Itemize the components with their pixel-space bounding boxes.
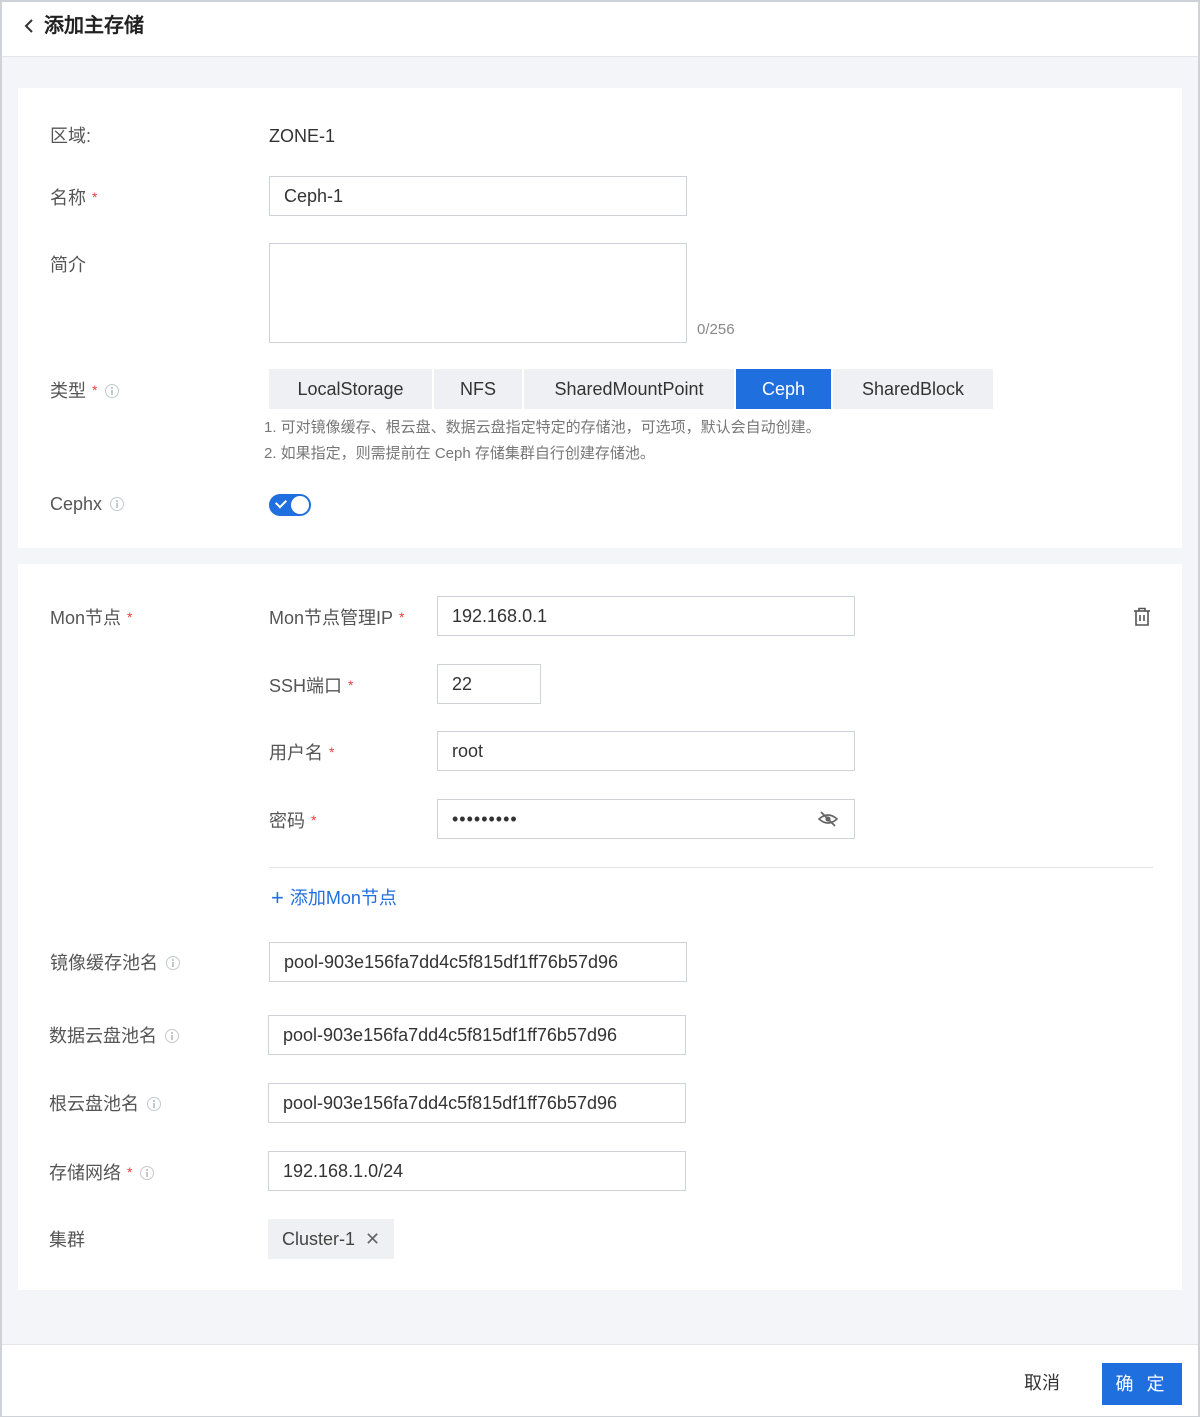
type-hint-1: 1. 可对镜像缓存、根云盘、数据云盘指定特定的存储池，可选项，默认会自动创建。 [264,419,821,436]
back-chevron-icon[interactable] [22,14,42,38]
page-title: 添加主存储 [44,15,144,37]
required-mark: * [127,1164,133,1180]
required-mark: * [329,744,335,760]
mon-label: Mon节点 * [50,605,132,630]
ssh-port-label: SSH端口 * [269,673,353,698]
data-pool-label: 数据云盘池名 [49,1024,179,1048]
add-mon-node-button[interactable]: + 添加Mon节点 [271,886,397,910]
username-input[interactable]: root [437,731,855,771]
cephx-label: Cephx [50,492,125,516]
image-cache-pool-label: 镜像缓存池名 [50,951,180,975]
cluster-tag-label: Cluster-1 [282,1229,356,1249]
cephx-toggle[interactable] [269,494,311,516]
type-label-text: 类型 [50,381,86,401]
mon-card: Mon节点 * Mon节点管理IP * 192.168.0.1 SSH端口 * 22 … [18,564,1182,1290]
password-label: 密码 * [269,808,316,833]
mon-ip-label: Mon节点管理IP * [269,605,404,630]
required-mark: * [127,609,133,625]
eye-off-icon[interactable] [817,811,839,832]
type-label: 类型 * [50,378,120,403]
zone-value: ZONE-1 [269,126,336,146]
close-icon[interactable]: ✕ [365,1229,380,1249]
description-textarea[interactable] [269,243,687,343]
basic-info-card: 区域: ZONE-1 名称 * Ceph-1 简介 0/256 类型 * Local… [18,88,1182,548]
mon-ip-label-text: Mon节点管理IP [269,608,394,628]
mon-ip-input[interactable]: 192.168.0.1 [437,596,855,636]
password-input[interactable]: ••••••••• [437,799,855,839]
name-label-text: 名称 [50,188,86,208]
root-pool-label-text: 根云盘池名 [49,1094,139,1114]
info-icon[interactable] [166,956,180,970]
cluster-tag: Cluster-1 ✕ [268,1219,395,1259]
password-label-text: 密码 [269,811,305,831]
storage-network-label-text: 存储网络 [49,1163,121,1183]
username-label-text: 用户名 [269,743,323,763]
cephx-label-text: Cephx [50,494,103,514]
required-mark: * [311,812,317,828]
info-icon[interactable] [140,1166,155,1180]
cluster-label: 集群 [49,1230,85,1250]
trash-icon[interactable] [1132,606,1152,633]
data-pool-input[interactable]: pool-903e156fa7dd4c5f815df1ff76b57d96 [268,1015,686,1055]
type-option-nfs[interactable]: NFS [434,369,522,409]
ssh-port-label-text: SSH端口 [269,676,343,696]
ssh-port-input[interactable]: 22 [437,664,541,704]
type-hint-2: 2. 如果指定，则需提前在 Ceph 存储集群自行创建存储池。 [264,445,655,462]
type-option-ceph[interactable]: Ceph [736,369,831,409]
toggle-knob [291,496,309,514]
required-mark: * [348,677,354,693]
page-header: 添加主存储 [2,2,1198,57]
root-pool-input[interactable]: pool-903e156fa7dd4c5f815df1ff76b57d96 [268,1083,686,1123]
mon-label-text: Mon节点 [50,608,122,628]
info-icon[interactable] [105,384,120,398]
type-option-sharedmountpoint[interactable]: SharedMountPoint [524,369,734,409]
name-input[interactable]: Ceph-1 [269,176,687,216]
data-pool-label-text: 数据云盘池名 [49,1026,157,1046]
check-icon [274,496,288,509]
name-label: 名称 * [50,185,97,210]
mon-divider [269,867,1153,868]
username-label: 用户名 * [269,740,334,765]
info-icon[interactable] [110,497,125,511]
image-cache-pool-label-text: 镜像缓存池名 [50,953,158,973]
confirm-button[interactable]: 确 定 [1102,1363,1182,1405]
info-icon[interactable] [147,1097,161,1111]
description-counter: 0/256 [697,321,735,338]
storage-network-label: 存储网络 * [49,1160,155,1185]
dialog-frame: 添加主存储 区域: ZONE-1 名称 * Ceph-1 简介 0/256 类型 *… [0,0,1200,1417]
description-label: 简介 [50,255,86,275]
cancel-button[interactable]: 取消 [1024,1371,1060,1395]
info-icon[interactable] [165,1029,179,1043]
required-mark: * [92,382,98,398]
zone-label: 区域: [50,126,92,146]
storage-network-input[interactable]: 192.168.1.0/24 [268,1151,686,1191]
required-mark: * [92,189,98,205]
image-cache-pool-input[interactable]: pool-903e156fa7dd4c5f815df1ff76b57d96 [269,942,687,982]
add-mon-node-label: 添加Mon节点 [289,888,397,908]
required-mark: * [399,609,405,625]
type-option-sharedblock[interactable]: SharedBlock [833,369,993,409]
root-pool-label: 根云盘池名 [49,1092,161,1116]
plus-icon: + [271,885,284,910]
type-option-localstorage[interactable]: LocalStorage [269,369,432,409]
dialog-footer: 取消 确 定 [2,1344,1198,1416]
